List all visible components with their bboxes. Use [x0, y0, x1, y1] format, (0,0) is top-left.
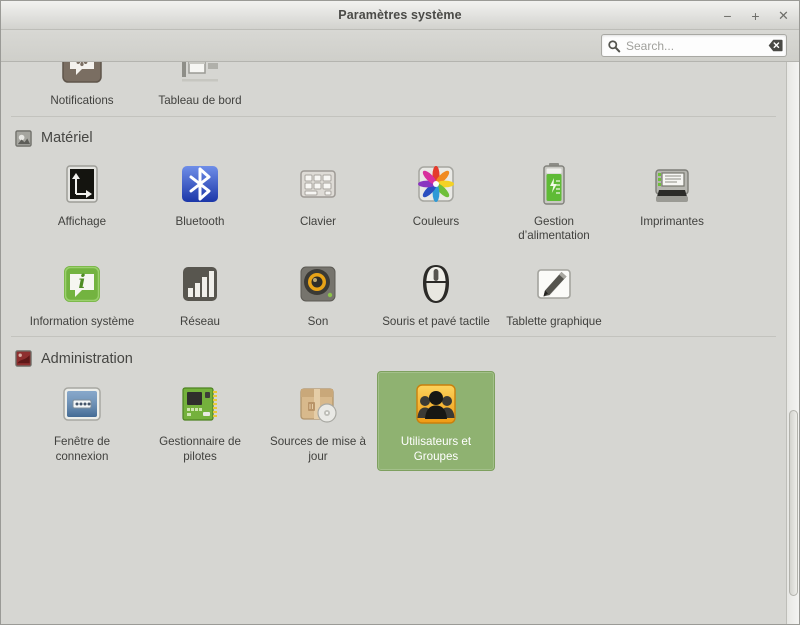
settings-item-label: Clavier: [299, 214, 337, 228]
settings-item-son[interactable]: Son: [259, 251, 377, 337]
group-header-administration: Administration: [1, 337, 786, 371]
keyboard-icon: [294, 160, 342, 208]
settings-item-label: Utilisateurs et Groupes: [400, 435, 472, 463]
settings-item-sources-de-mise-a-jour[interactable]: Sources de mise à jour: [259, 371, 377, 471]
settings-item-utilisateurs-et-groupes[interactable]: Utilisateurs et Groupes: [377, 371, 495, 471]
group-title: Administration: [41, 350, 133, 367]
toolbar: [1, 30, 799, 62]
users-groups-icon: [412, 380, 460, 428]
settings-item-affichage[interactable]: Affichage: [23, 151, 141, 251]
settings-item-label: Souris et pavé tactile: [382, 314, 490, 328]
settings-item-reseau[interactable]: Réseau: [141, 251, 259, 337]
settings-item-label: Notifications: [50, 94, 114, 107]
settings-item-label: Réseau: [180, 314, 220, 328]
settings-content: ✽ Notifications: [1, 62, 799, 624]
group-title: Matériel: [41, 130, 93, 146]
settings-item-gestionnaire-de-pilotes[interactable]: Gestionnaire de pilotes: [141, 371, 259, 471]
titlebar: Paramètres système − + ✕: [1, 1, 799, 30]
settings-item-label: Son: [307, 314, 329, 328]
group-administration-grid: Fenêtre de connexion Gestionnaire de pil…: [1, 371, 786, 471]
driver-manager-icon: [176, 380, 224, 428]
svg-text:✽: ✽: [75, 62, 88, 70]
window-title: Paramètres système: [338, 8, 462, 22]
settings-item-label: Tableau de bord: [158, 94, 242, 107]
search-box[interactable]: [601, 34, 787, 57]
update-sources-icon: [294, 380, 342, 428]
maximize-button[interactable]: +: [748, 8, 763, 23]
partial-group-grid: ✽ Notifications: [1, 62, 786, 116]
close-button[interactable]: ✕: [776, 8, 791, 23]
system-settings-window: Paramètres système − + ✕ Search... Notif…: [0, 0, 800, 625]
minimize-button[interactable]: −: [720, 8, 735, 23]
group-hardware: Matériel Affichage Bluetooth Clavier Cou…: [1, 117, 786, 337]
settings-item-bluetooth[interactable]: Bluetooth: [141, 151, 259, 251]
settings-item-label: Imprimantes: [640, 214, 704, 228]
settings-item-tablette-graphique[interactable]: Tablette graphique: [495, 251, 613, 337]
network-signal-icon: [176, 260, 224, 308]
settings-item-clavier[interactable]: Clavier: [259, 151, 377, 251]
group-administration: Administration Fenêtre de connexion Gest…: [1, 337, 786, 471]
settings-item-label: Gestion d’alimentation: [518, 214, 590, 243]
scroll-area: ✽ Notifications: [1, 62, 786, 624]
vertical-scrollbar[interactable]: [786, 62, 799, 624]
printer-icon: [648, 160, 696, 208]
scrollbar-thumb[interactable]: [789, 410, 798, 596]
settings-item-label: Gestionnaire de pilotes: [159, 435, 241, 463]
settings-item-souris-pave-tactile[interactable]: Souris et pavé tactile: [377, 251, 495, 337]
dashboard-icon: [176, 62, 224, 87]
svg-text:i: i: [78, 271, 85, 293]
search-icon: [607, 39, 621, 53]
window-controls: − + ✕: [720, 1, 791, 30]
search-input[interactable]: [621, 38, 768, 53]
settings-item-information-systeme[interactable]: i Information système: [23, 251, 141, 337]
settings-item-label: Information système: [29, 314, 135, 328]
settings-item-label: Tablette graphique: [506, 314, 602, 328]
graphics-tablet-icon: [530, 260, 578, 308]
settings-item-label: Bluetooth: [175, 214, 225, 228]
settings-item-imprimantes[interactable]: Imprimantes: [613, 151, 731, 251]
power-battery-icon: [530, 160, 578, 208]
bluetooth-icon: [176, 160, 224, 208]
group-hardware-grid: Affichage Bluetooth Clavier Couleurs Ges…: [1, 151, 786, 337]
login-window-icon: [58, 380, 106, 428]
settings-item-label: Sources de mise à jour: [269, 435, 367, 463]
settings-item-couleurs[interactable]: Couleurs: [377, 151, 495, 251]
administration-icon: [15, 350, 32, 367]
settings-item-notifications[interactable]: ✽ Notifications: [23, 62, 141, 116]
settings-item-fenetre-de-connexion[interactable]: Fenêtre de connexion: [23, 371, 141, 471]
mouse-touchpad-icon: [412, 260, 460, 308]
settings-item-dashboard[interactable]: Tableau de bord: [141, 62, 259, 116]
clear-search-icon[interactable]: [768, 38, 783, 53]
settings-item-label: Affichage: [57, 214, 107, 228]
group-header-hardware: Matériel: [1, 117, 786, 151]
sound-speaker-icon: [294, 260, 342, 308]
display-icon: [58, 160, 106, 208]
settings-item-label: Couleurs: [412, 214, 460, 228]
settings-item-label: Fenêtre de connexion: [53, 435, 111, 463]
hardware-icon: [15, 129, 32, 147]
colors-icon: [412, 160, 460, 208]
notifications-icon: ✽: [58, 62, 106, 87]
system-info-icon: i: [58, 260, 106, 308]
settings-item-gestion-alimentation[interactable]: Gestion d’alimentation: [495, 151, 613, 251]
